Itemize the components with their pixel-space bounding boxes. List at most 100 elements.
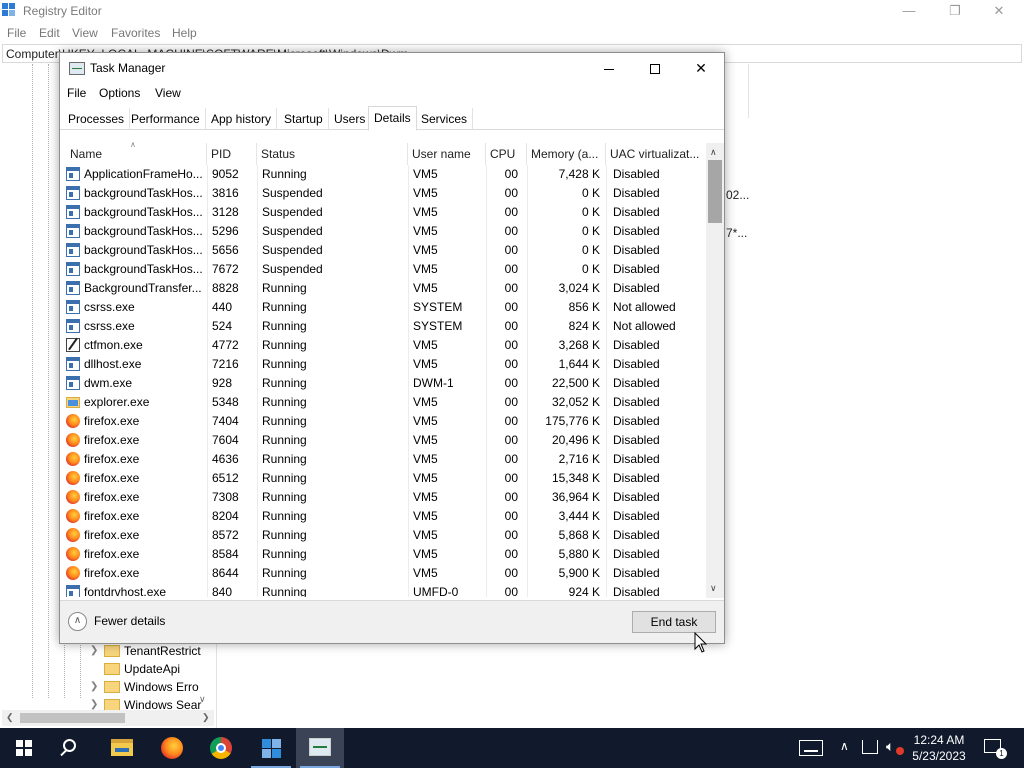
task-manager-titlebar[interactable]: Task Manager ✕ bbox=[60, 53, 724, 83]
menu-favorites[interactable]: Favorites bbox=[111, 26, 160, 40]
scroll-left-arrow-icon[interactable]: ❮ bbox=[6, 712, 14, 723]
scroll-down-arrow-icon[interactable]: ∨ bbox=[710, 583, 717, 594]
menu-options[interactable]: Options bbox=[99, 86, 140, 100]
table-row[interactable]: backgroundTaskHos... 3816 Suspended VM5 00 0 … bbox=[60, 184, 706, 203]
column-header-memory[interactable]: Memory (a... bbox=[527, 143, 606, 165]
vertical-scrollbar[interactable]: ∧ ∨ bbox=[706, 143, 724, 598]
table-row[interactable]: fontdrvhost.exe 840 Running UMFD-0 00 924 K Di… bbox=[60, 583, 706, 597]
firefox-icon bbox=[66, 433, 80, 447]
expand-arrow-icon[interactable]: ❯ bbox=[90, 645, 98, 656]
volume-icon[interactable]: 🔈︎ bbox=[886, 738, 894, 755]
network-icon[interactable] bbox=[862, 740, 878, 754]
cell-cpu: 00 bbox=[504, 338, 518, 352]
column-header-uac-virtualization[interactable]: UAC virtualizat... bbox=[606, 143, 705, 165]
table-row[interactable]: firefox.exe 8644 Running VM5 00 5,900 K Disabl… bbox=[60, 564, 706, 583]
table-row[interactable]: ctfmon.exe 4772 Running VM5 00 3,268 K Disable… bbox=[60, 336, 706, 355]
cell-cpu: 00 bbox=[504, 452, 518, 466]
registry-editor-titlebar[interactable]: Registry Editor — ❐ ✕ bbox=[0, 0, 1024, 22]
column-header-user-name[interactable]: User name bbox=[408, 143, 486, 165]
cell-memory: 0 K bbox=[581, 205, 600, 219]
firefox-icon bbox=[66, 566, 80, 580]
table-row[interactable]: firefox.exe 6512 Running VM5 00 15,348 K Disab… bbox=[60, 469, 706, 488]
table-row[interactable]: firefox.exe 7604 Running VM5 00 20,496 K Disab… bbox=[60, 431, 706, 450]
table-row[interactable]: ApplicationFrameHo... 9052 Running VM5 00 7,4… bbox=[60, 165, 706, 184]
minimize-button[interactable] bbox=[586, 53, 632, 83]
cell-uac-virtualization: Disabled bbox=[613, 395, 660, 409]
tab-details[interactable]: Details bbox=[368, 106, 417, 131]
search-button[interactable] bbox=[48, 728, 96, 768]
table-body[interactable]: ApplicationFrameHo... 9052 Running VM5 00 7,4… bbox=[60, 165, 706, 597]
scroll-up-arrow-icon[interactable]: ∧ bbox=[710, 147, 717, 158]
end-task-button[interactable]: End task bbox=[632, 611, 716, 633]
taskbar-firefox[interactable] bbox=[148, 728, 196, 768]
menu-edit[interactable]: Edit bbox=[39, 26, 60, 40]
table-row[interactable]: firefox.exe 4636 Running VM5 00 2,716 K Disabl… bbox=[60, 450, 706, 469]
menu-file[interactable]: File bbox=[7, 26, 26, 40]
close-button[interactable]: ✕ bbox=[976, 0, 1022, 22]
tab-app-history[interactable]: App history bbox=[206, 108, 278, 130]
table-row[interactable]: BackgroundTransfer... 8828 Running VM5 00 3,0… bbox=[60, 279, 706, 298]
cell-status: Suspended bbox=[262, 243, 323, 257]
file-explorer-icon bbox=[111, 739, 133, 756]
menu-file[interactable]: File bbox=[67, 86, 86, 100]
touch-keyboard-icon[interactable] bbox=[799, 740, 823, 756]
tab-startup[interactable]: Startup bbox=[279, 108, 329, 130]
column-header-cpu[interactable]: CPU bbox=[486, 143, 527, 165]
cell-user-name: VM5 bbox=[413, 224, 438, 238]
scrollbar-thumb[interactable] bbox=[20, 713, 125, 723]
table-row[interactable]: csrss.exe 440 Running SYSTEM 00 856 K Not allo… bbox=[60, 298, 706, 317]
taskbar-task-manager[interactable] bbox=[296, 728, 344, 768]
minimize-button[interactable]: — bbox=[886, 0, 932, 22]
show-hidden-icons-chevron-icon[interactable]: ∧ bbox=[840, 739, 849, 753]
tree-item[interactable]: ❯ TenantRestrict bbox=[90, 642, 202, 660]
scrollbar-thumb[interactable] bbox=[708, 160, 722, 223]
table-row[interactable]: firefox.exe 7308 Running VM5 00 36,964 K Disab… bbox=[60, 488, 706, 507]
table-row[interactable]: backgroundTaskHos... 5296 Suspended VM5 00 0 … bbox=[60, 222, 706, 241]
cell-pid: 4772 bbox=[212, 338, 239, 352]
close-button[interactable]: ✕ bbox=[678, 53, 724, 83]
menu-view[interactable]: View bbox=[72, 26, 98, 40]
expand-arrow-icon[interactable]: ❯ bbox=[90, 699, 98, 710]
table-row[interactable]: firefox.exe 8584 Running VM5 00 5,880 K Disabl… bbox=[60, 545, 706, 564]
menu-view[interactable]: View bbox=[155, 86, 181, 100]
column-header-status[interactable]: Status bbox=[257, 143, 408, 165]
cell-name: csrss.exe bbox=[84, 300, 135, 314]
table-row[interactable]: firefox.exe 8572 Running VM5 00 5,868 K Disabl… bbox=[60, 526, 706, 545]
taskbar-registry-editor[interactable] bbox=[247, 728, 295, 768]
scroll-down-arrow-icon[interactable]: ∨ bbox=[199, 694, 206, 705]
menu-help[interactable]: Help bbox=[172, 26, 197, 40]
table-row[interactable]: firefox.exe 8204 Running VM5 00 3,444 K Disabl… bbox=[60, 507, 706, 526]
table-row[interactable]: firefox.exe 7404 Running VM5 00 175,776 K Disa… bbox=[60, 412, 706, 431]
maximize-button[interactable] bbox=[632, 53, 678, 83]
cell-cpu: 00 bbox=[504, 414, 518, 428]
horizontal-scrollbar[interactable]: ❮ ❯ bbox=[2, 710, 214, 726]
tab-users[interactable]: Users bbox=[329, 108, 372, 130]
column-header-name[interactable]: Name bbox=[66, 143, 207, 165]
table-row[interactable]: dllhost.exe 7216 Running VM5 00 1,644 K Disabl… bbox=[60, 355, 706, 374]
ctfmon-icon bbox=[66, 338, 80, 352]
cell-uac-virtualization: Not allowed bbox=[613, 300, 676, 314]
cell-uac-virtualization: Disabled bbox=[613, 547, 660, 561]
cell-status: Running bbox=[262, 452, 307, 466]
tree-item[interactable]: ❯ Windows Erro bbox=[90, 678, 202, 696]
table-row[interactable]: backgroundTaskHos... 7672 Suspended VM5 00 0 … bbox=[60, 260, 706, 279]
tab-services[interactable]: Services bbox=[416, 108, 474, 130]
table-row[interactable]: backgroundTaskHos... 3128 Suspended VM5 00 0 … bbox=[60, 203, 706, 222]
maximize-button[interactable]: ❐ bbox=[932, 0, 978, 22]
tab-processes[interactable]: Processes bbox=[63, 108, 131, 130]
tab-performance[interactable]: Performance bbox=[126, 108, 206, 130]
tree-item[interactable]: UpdateApi bbox=[90, 660, 202, 678]
taskbar-file-explorer[interactable] bbox=[98, 728, 146, 768]
table-row[interactable]: explorer.exe 5348 Running VM5 00 32,052 K Disa… bbox=[60, 393, 706, 412]
table-row[interactable]: backgroundTaskHos... 5656 Suspended VM5 00 0 … bbox=[60, 241, 706, 260]
expand-arrow-icon[interactable]: ❯ bbox=[90, 681, 98, 692]
taskbar-chrome[interactable] bbox=[197, 728, 245, 768]
column-header-pid[interactable]: PID bbox=[207, 143, 257, 165]
start-button[interactable] bbox=[0, 728, 48, 768]
tree-item-label: UpdateApi bbox=[124, 662, 181, 676]
scroll-right-arrow-icon[interactable]: ❯ bbox=[202, 712, 210, 723]
table-row[interactable]: dwm.exe 928 Running DWM-1 00 22,500 K Disabled bbox=[60, 374, 706, 393]
system-clock[interactable]: 12:24 AM 5/23/2023 bbox=[905, 732, 973, 764]
table-row[interactable]: csrss.exe 524 Running SYSTEM 00 824 K Not allo… bbox=[60, 317, 706, 336]
cell-uac-virtualization: Disabled bbox=[613, 528, 660, 542]
